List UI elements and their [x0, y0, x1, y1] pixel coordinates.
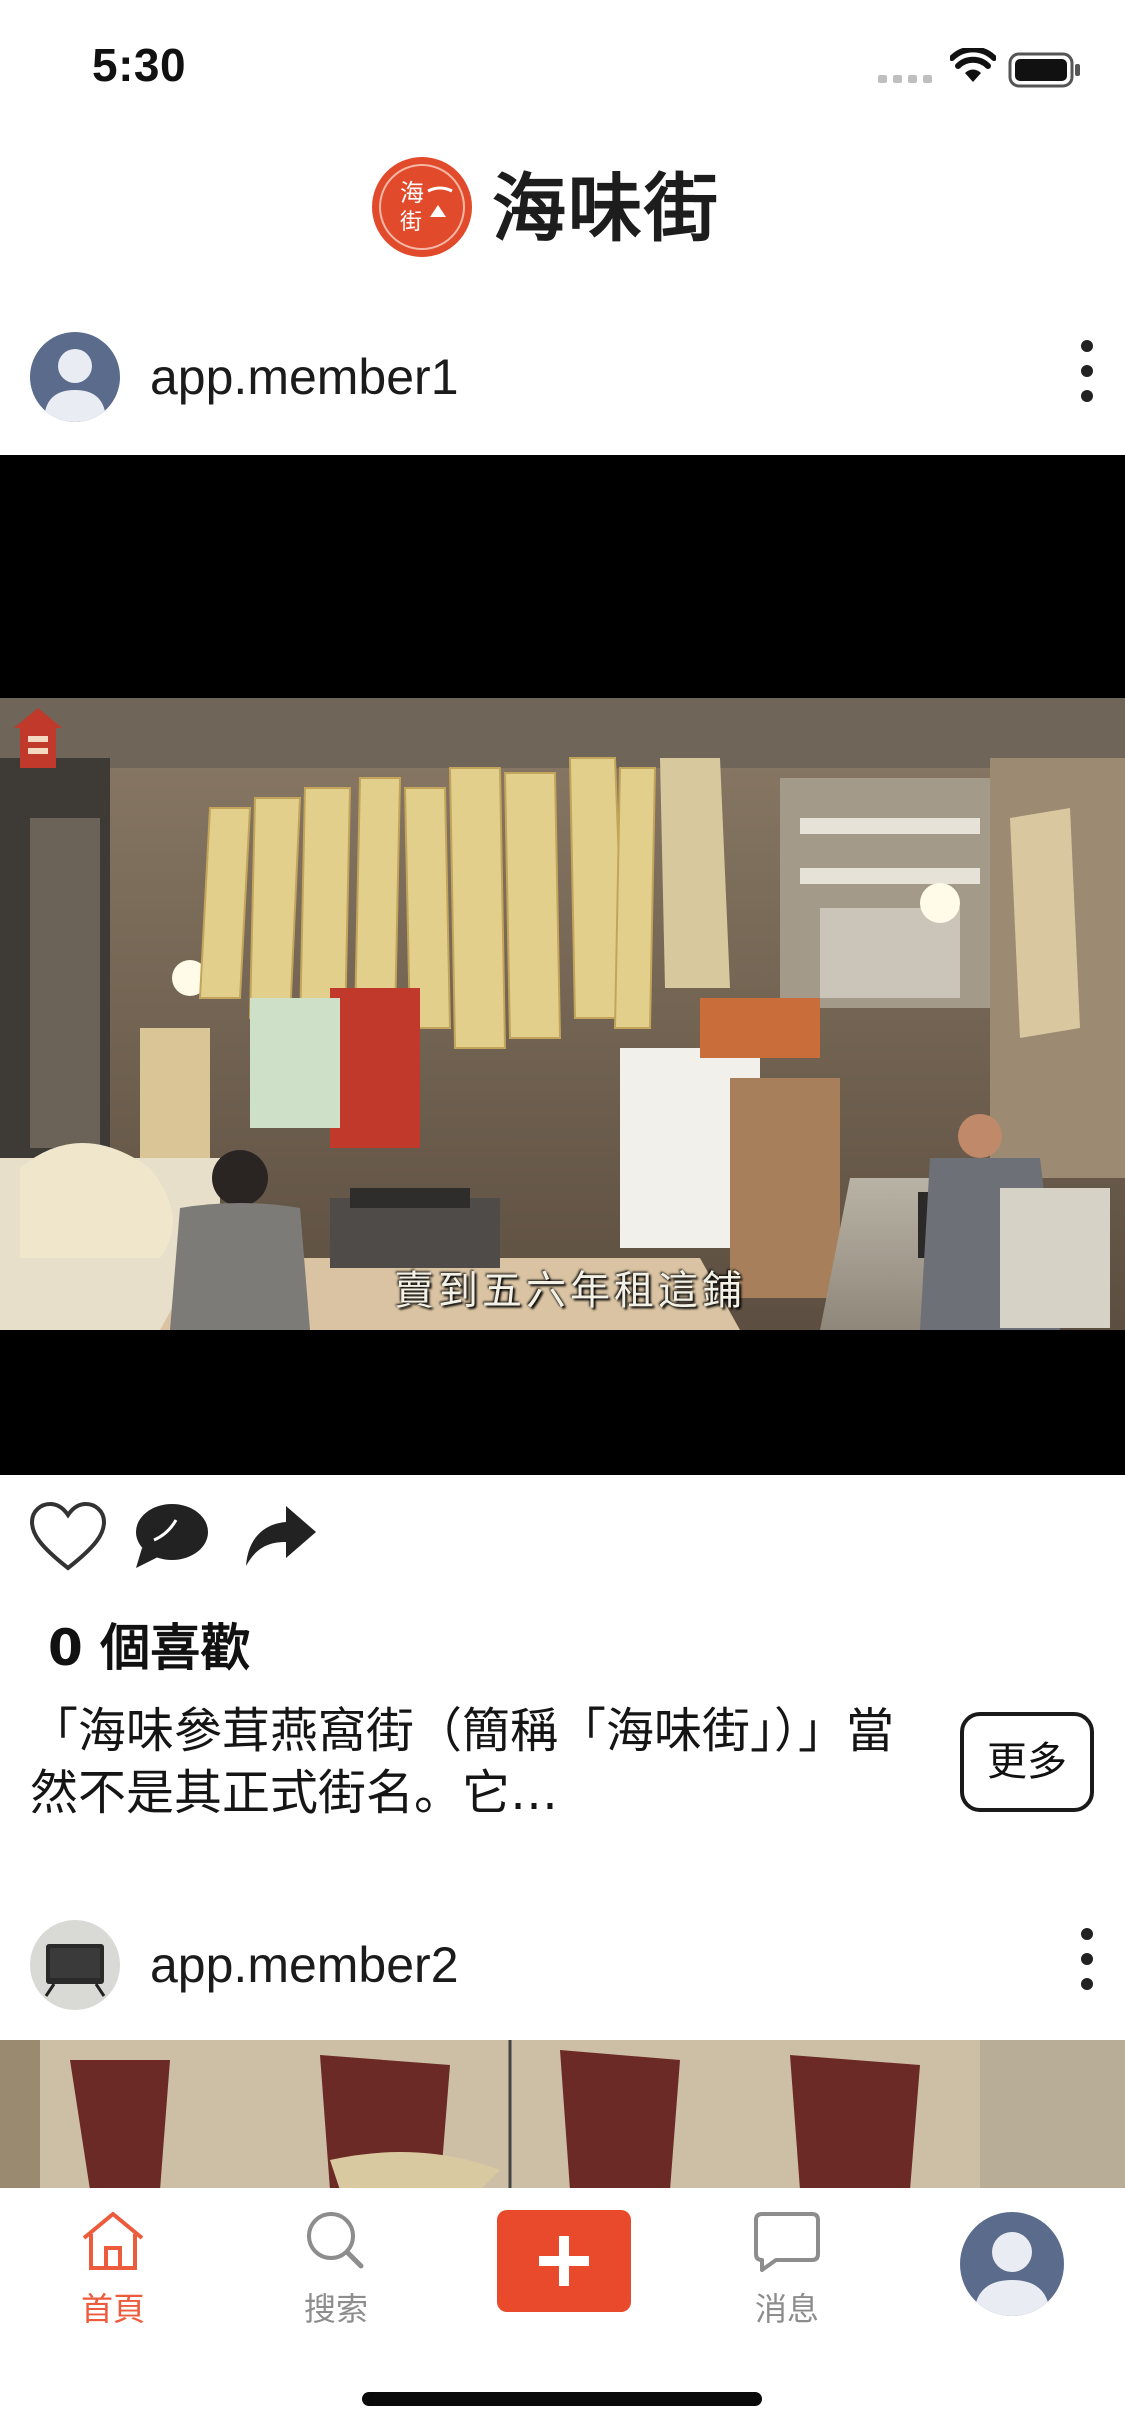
svg-text:海: 海 — [400, 179, 424, 207]
tab-search[interactable]: 搜索 — [256, 2208, 416, 2330]
cellular-signal-icon — [878, 75, 932, 83]
profile-avatar-icon — [960, 2212, 1064, 2316]
more-button[interactable]: 更多 — [960, 1712, 1094, 1812]
battery-icon — [1008, 52, 1080, 88]
avatar[interactable] — [30, 332, 120, 422]
avatar[interactable] — [30, 1920, 120, 2010]
tab-home[interactable]: 首頁 — [33, 2208, 193, 2330]
tab-messages-label: 消息 — [754, 2290, 819, 2328]
more-options-icon[interactable] — [1070, 340, 1104, 414]
video-frame-image — [0, 698, 1125, 1330]
tab-home-label: 首頁 — [80, 2290, 145, 2328]
logo-seal-icon: 海 街 — [372, 157, 472, 257]
post-header[interactable]: app.member1 — [0, 312, 1125, 442]
like-heart-icon[interactable] — [28, 1500, 108, 1572]
default-avatar-icon — [30, 332, 120, 422]
post-username[interactable]: app.member2 — [150, 1935, 459, 1995]
add-post-button[interactable] — [497, 2210, 631, 2312]
user-photo-avatar-icon — [30, 1920, 120, 2010]
wifi-icon — [950, 48, 996, 82]
video-subtitle: 賣到五六年租這鋪 — [394, 1268, 746, 1314]
comment-icon[interactable] — [132, 1500, 212, 1572]
message-icon — [754, 2212, 820, 2272]
status-time: 5:30 — [92, 39, 187, 91]
plus-icon — [539, 2236, 589, 2286]
home-icon — [82, 2212, 144, 2270]
post-image[interactable] — [0, 2040, 1125, 2190]
search-icon — [307, 2212, 364, 2269]
post-video[interactable] — [0, 455, 1125, 1475]
post-actions — [0, 1480, 1125, 1590]
post-username[interactable]: app.member1 — [150, 347, 459, 407]
tab-profile[interactable] — [932, 2210, 1092, 2322]
post-caption: 「海味參茸燕窩街（簡稱「海味街」）」當然不是其正式街名。它… — [30, 1703, 895, 1821]
app-logo: 海 街 海味街 — [370, 150, 770, 270]
logo-title: 海味街 — [492, 166, 720, 252]
post-photo-image — [0, 2040, 1125, 2190]
svg-text:街: 街 — [400, 210, 422, 235]
likes-count[interactable]: 0 個喜歡 — [48, 1608, 250, 1680]
home-indicator — [362, 2392, 762, 2406]
post-header[interactable]: app.member2 — [0, 1900, 1125, 2030]
tab-messages[interactable]: 消息 — [707, 2208, 867, 2330]
more-options-icon[interactable] — [1070, 1928, 1104, 2002]
tab-search-label: 搜索 — [303, 2290, 368, 2328]
share-icon[interactable] — [242, 1502, 318, 1570]
